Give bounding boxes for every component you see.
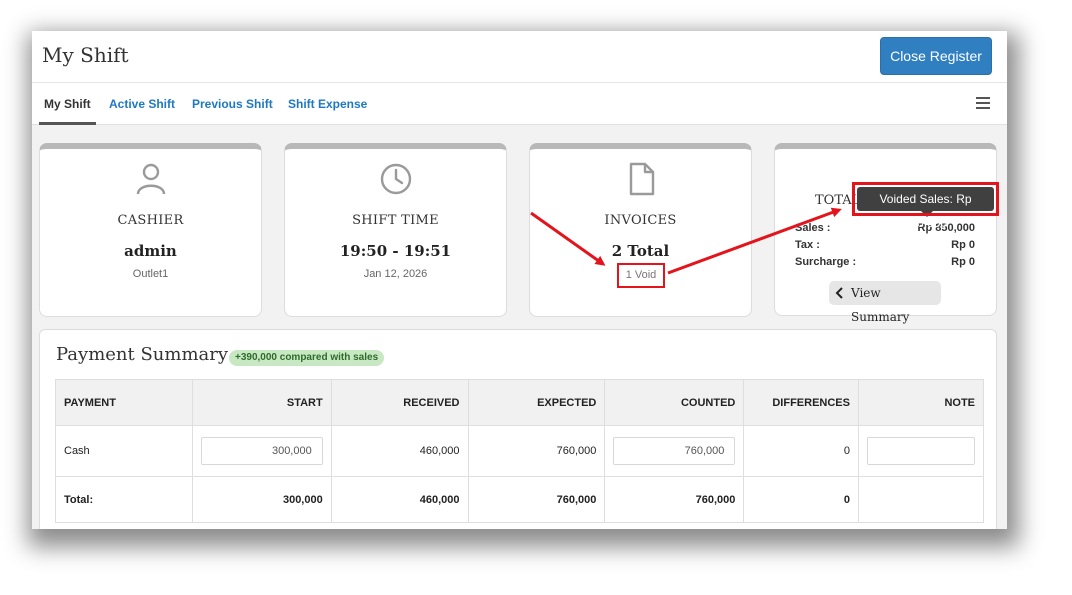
hamburger-menu-icon[interactable] (976, 97, 990, 109)
payment-summary-panel: Payment Summary +390,000 compared with s… (39, 329, 997, 529)
invoices-label: INVOICES (604, 213, 677, 228)
start-cell: 300,000 (191, 425, 332, 477)
outlet-name: Outlet1 (132, 268, 169, 280)
tab-previous-shift[interactable]: Previous Shift (192, 83, 273, 125)
cashier-card: CASHIER admin Outlet1 (39, 143, 262, 317)
invoices-total: 2 Total (611, 242, 670, 260)
table-row: Cash 300,000 460,000 760,000 760,000 0 (55, 425, 985, 477)
top-bar: My Shift Close Register (32, 31, 1007, 83)
note-input[interactable] (867, 437, 975, 465)
total-received: 460,000 (330, 476, 469, 523)
payment-table: PAYMENT START RECEIVED EXPECTED COUNTED … (55, 379, 985, 523)
table-header-row: PAYMENT START RECEIVED EXPECTED COUNTED … (55, 379, 985, 426)
clock-icon (380, 163, 411, 195)
sales-row: Sales : Rp 850,000 (795, 222, 975, 236)
close-register-button[interactable]: Close Register (880, 37, 992, 75)
total-start: 300,000 (191, 476, 332, 523)
comparison-badge: +390,000 compared with sales (229, 350, 385, 366)
received-cell: 460,000 (330, 425, 469, 477)
cashier-name: admin (124, 242, 177, 260)
view-summary-label: View Summary (851, 286, 910, 324)
counted-amount-input[interactable]: 760,000 (613, 437, 736, 465)
surcharge-value: Rp 0 (951, 256, 975, 268)
payment-summary-title: Payment Summary (56, 344, 229, 365)
total-label-cell: Total: (55, 476, 193, 523)
col-differences: DIFFERENCES (743, 379, 859, 426)
tab-my-shift[interactable]: My Shift (39, 83, 96, 125)
total-note (857, 476, 985, 523)
shift-time-label: SHIFT TIME (352, 213, 439, 228)
counted-cell: 760,000 (604, 425, 745, 477)
col-expected: EXPECTED (467, 379, 606, 426)
void-highlight-box: 1 Void (617, 263, 665, 288)
surcharge-row: Surcharge : Rp 0 (795, 256, 975, 270)
tax-key: Tax : (795, 239, 820, 251)
shift-time-value: 19:50 - 19:51 (339, 242, 452, 260)
tax-row: Tax : Rp 0 (795, 239, 975, 253)
view-summary-button[interactable]: View Summary (829, 281, 941, 324)
total-card: TOTAL Sales : Rp 850,000 Tax : Rp 0 Surc… (774, 143, 997, 324)
shift-time-card: SHIFT TIME 19:50 - 19:51 Jan 12, 2026 (284, 143, 507, 317)
chevron-left-icon (835, 287, 843, 299)
surcharge-key: Surcharge : (795, 256, 857, 268)
shift-window: My Shift Close Register My Shift Active … (32, 31, 1007, 529)
col-received: RECEIVED (330, 379, 469, 426)
differences-cell: 0 (743, 425, 859, 477)
col-counted: COUNTED (604, 379, 745, 426)
note-cell (857, 425, 985, 477)
table-total-row: Total: 300,000 460,000 760,000 760,000 0 (55, 476, 985, 523)
tab-bar: My Shift Active Shift Previous Shift Shi… (32, 83, 1007, 125)
invoices-card: INVOICES 2 Total (529, 143, 752, 317)
shift-date: Jan 12, 2026 (363, 268, 428, 280)
total-expected: 760,000 (467, 476, 606, 523)
tab-shift-expense[interactable]: Shift Expense (288, 83, 367, 125)
col-note: NOTE (857, 379, 985, 426)
user-icon (136, 163, 165, 195)
tab-active-shift[interactable]: Active Shift (109, 83, 175, 125)
cashier-label: CASHIER (117, 213, 184, 228)
col-start: START (191, 379, 332, 426)
total-counted: 760,000 (604, 476, 745, 523)
expected-cell: 760,000 (467, 425, 606, 477)
sales-key: Sales : (795, 222, 831, 234)
tooltip-highlight-box (852, 182, 999, 216)
total-differences: 0 (743, 476, 859, 523)
page-title: My Shift (42, 43, 129, 67)
tax-value: Rp 0 (951, 239, 975, 251)
payment-method: Cash (55, 425, 193, 477)
col-payment: PAYMENT (55, 379, 193, 426)
start-amount-input[interactable]: 300,000 (200, 437, 323, 465)
document-icon (629, 162, 654, 196)
